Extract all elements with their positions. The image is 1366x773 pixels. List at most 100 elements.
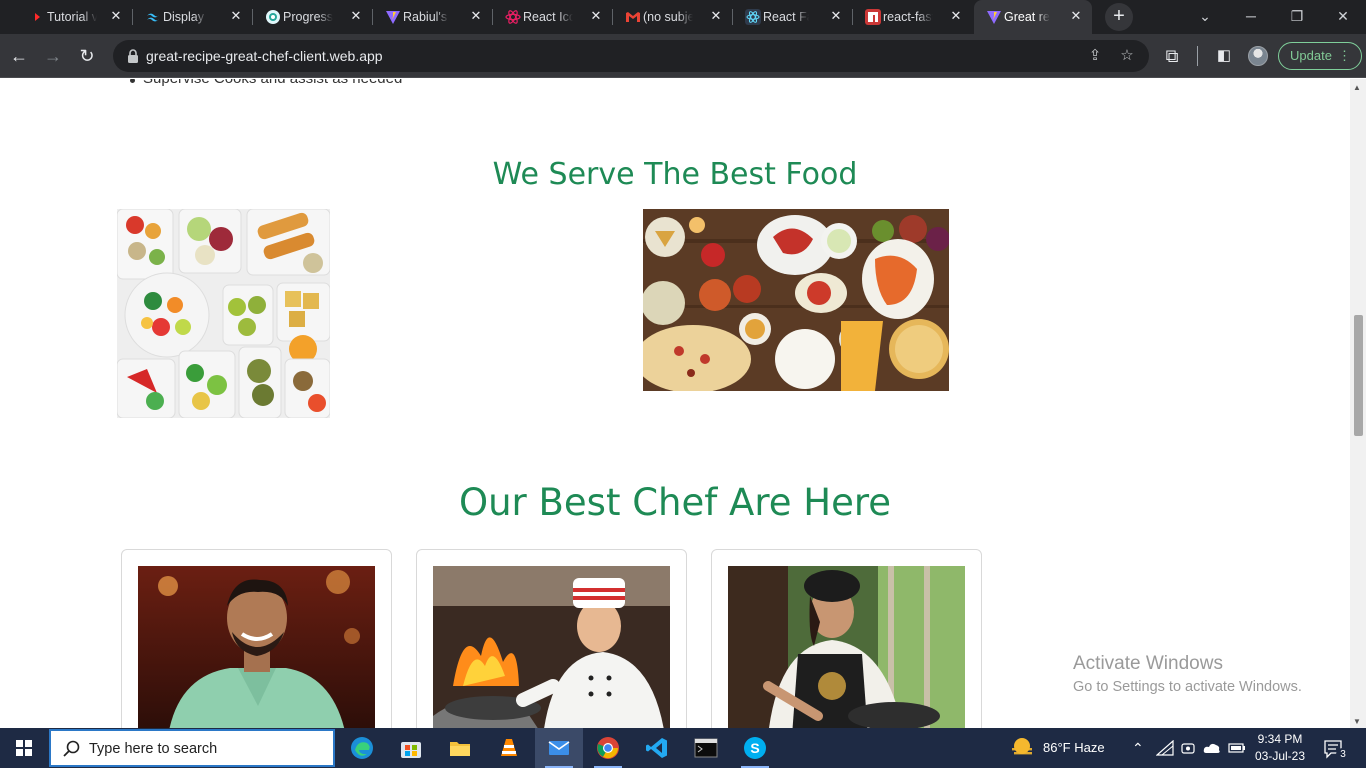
more-menu-icon[interactable]: ⋮ bbox=[1338, 43, 1351, 69]
food-image-indian-spread bbox=[643, 209, 949, 391]
list-item: Supervise Cooks and assist as needed bbox=[129, 79, 402, 87]
start-button[interactable] bbox=[0, 728, 48, 768]
weather-haze-icon[interactable] bbox=[1010, 736, 1034, 760]
system-clock[interactable]: 9:34 PM 03-Jul-23 bbox=[1250, 731, 1310, 765]
food-image-meal-prep bbox=[117, 209, 330, 418]
tab-strip: Tutorial videos ✕ Display - Tailwind CSS… bbox=[0, 0, 1366, 34]
svg-text:S: S bbox=[750, 740, 759, 756]
tab-title: React Fast Marquee bbox=[763, 10, 809, 24]
chrome-icon bbox=[597, 737, 619, 759]
weather-text[interactable]: 86°F Haze bbox=[1043, 728, 1105, 768]
taskbar-skype[interactable]: S bbox=[731, 728, 779, 768]
chef-photo bbox=[433, 566, 670, 728]
scroll-down-arrow-icon[interactable]: ▼ bbox=[1353, 717, 1361, 726]
progress-icon bbox=[266, 10, 280, 24]
battery-icon[interactable] bbox=[1228, 740, 1246, 756]
close-tab-icon[interactable]: ✕ bbox=[588, 8, 604, 24]
food-section-title: We Serve The Best Food bbox=[492, 157, 858, 192]
toolbar-divider bbox=[1197, 46, 1198, 66]
vite-icon bbox=[987, 11, 1001, 24]
new-tab-button[interactable]: + bbox=[1105, 3, 1133, 31]
taskbar-file-explorer[interactable] bbox=[436, 728, 484, 768]
close-tab-icon[interactable]: ✕ bbox=[348, 8, 364, 24]
share-icon[interactable]: ⇪ bbox=[1085, 46, 1105, 66]
page-viewport: Supervise Cooks and assist as needed We … bbox=[0, 79, 1350, 728]
tab-title: react-fast-marquee bbox=[883, 10, 933, 24]
taskbar-edge[interactable] bbox=[338, 728, 386, 768]
close-window-button[interactable]: ✕ bbox=[1320, 0, 1366, 34]
tab-display[interactable]: Display - Tailwind CSS ✕ bbox=[133, 0, 253, 34]
tab-react-fast-marquee[interactable]: React Fast Marquee ✕ bbox=[733, 0, 853, 34]
tab-npm[interactable]: react-fast-marquee ✕ bbox=[853, 0, 972, 34]
search-placeholder: Type here to search bbox=[89, 741, 218, 757]
taskbar-search-box[interactable]: Type here to search bbox=[49, 729, 335, 767]
chef-photo bbox=[138, 566, 375, 728]
close-tab-icon[interactable]: ✕ bbox=[228, 8, 244, 24]
tab-gmail[interactable]: (no subject) ✕ bbox=[613, 0, 733, 34]
forward-arrow-icon[interactable]: → bbox=[39, 42, 67, 70]
network-icon[interactable] bbox=[1156, 740, 1174, 756]
youtube-icon bbox=[35, 13, 40, 21]
tab-title: Display - Tailwind CSS bbox=[163, 10, 207, 24]
clock-time: 9:34 PM bbox=[1257, 732, 1303, 746]
edge-icon bbox=[351, 737, 373, 759]
chef-card[interactable] bbox=[416, 549, 687, 728]
chevron-up-icon[interactable]: ⌃ bbox=[1132, 728, 1144, 768]
vscode-icon bbox=[646, 738, 667, 758]
skype-icon: S bbox=[744, 737, 766, 759]
update-label: Update bbox=[1290, 48, 1332, 63]
scroll-up-arrow-icon[interactable]: ▲ bbox=[1353, 83, 1361, 92]
taskbar-mail[interactable] bbox=[535, 728, 583, 768]
taskbar-chrome[interactable] bbox=[584, 728, 632, 768]
webcam-icon[interactable] bbox=[1180, 740, 1196, 756]
close-tab-icon[interactable]: ✕ bbox=[708, 8, 724, 24]
tailwind-icon bbox=[147, 13, 159, 22]
taskbar-vlc[interactable] bbox=[485, 728, 533, 768]
bookmark-star-icon[interactable]: ☆ bbox=[1117, 46, 1137, 66]
side-panel-icon[interactable]: ◧ bbox=[1210, 42, 1238, 70]
profile-avatar[interactable] bbox=[1248, 46, 1268, 66]
notification-count-badge: 3 bbox=[1336, 748, 1350, 762]
extensions-puzzle-icon[interactable]: ⧉ bbox=[1158, 42, 1186, 70]
chef-photo bbox=[728, 566, 965, 728]
tab-progress[interactable]: Progress ✕ bbox=[253, 0, 373, 34]
terminal-icon bbox=[694, 738, 718, 758]
close-tab-icon[interactable]: ✕ bbox=[1068, 8, 1084, 24]
tab-title: Tutorial videos bbox=[47, 10, 97, 24]
close-tab-icon[interactable]: ✕ bbox=[108, 8, 124, 24]
tab-search-icon[interactable]: ⌄ bbox=[1182, 0, 1228, 34]
taskbar-vscode[interactable] bbox=[633, 728, 681, 768]
tab-great-recipe[interactable]: Great recipe ✕ bbox=[974, 0, 1092, 34]
back-arrow-icon[interactable]: ← bbox=[5, 42, 33, 70]
clock-date: 03-Jul-23 bbox=[1254, 749, 1306, 763]
restore-button[interactable]: ❐ bbox=[1274, 0, 1320, 34]
close-tab-icon[interactable]: ✕ bbox=[468, 8, 484, 24]
chef-card[interactable] bbox=[121, 549, 392, 728]
minimize-button[interactable]: ─ bbox=[1228, 0, 1274, 34]
lock-icon[interactable] bbox=[125, 48, 141, 64]
tab-tutorial[interactable]: Tutorial videos ✕ bbox=[17, 0, 133, 34]
close-tab-icon[interactable]: ✕ bbox=[948, 8, 964, 24]
close-tab-icon[interactable]: ✕ bbox=[828, 8, 844, 24]
chef-section-title: Our Best Chef Are Here bbox=[458, 481, 892, 524]
address-bar[interactable]: great-recipe-great-chef-client.web.app ⇪… bbox=[113, 40, 1149, 72]
vite-icon bbox=[386, 11, 400, 24]
taskbar-terminal[interactable] bbox=[682, 728, 730, 768]
vlc-icon bbox=[501, 739, 517, 756]
reload-icon[interactable]: ↻ bbox=[73, 42, 101, 70]
taskbar-store[interactable] bbox=[387, 728, 435, 768]
chef-card[interactable] bbox=[711, 549, 982, 728]
url-text: great-recipe-great-chef-client.web.app bbox=[146, 48, 383, 64]
update-button[interactable]: Update ⋮ bbox=[1278, 42, 1362, 70]
tab-react-icons[interactable]: React Icons ✕ bbox=[493, 0, 613, 34]
mail-icon bbox=[548, 741, 570, 755]
page-scrollbar[interactable]: ▲ ▼ bbox=[1350, 79, 1366, 728]
tab-title: (no subject) bbox=[643, 10, 693, 24]
folder-icon bbox=[450, 742, 470, 756]
activate-windows-watermark: Activate Windows Go to Settings to activ… bbox=[1073, 653, 1302, 695]
onedrive-icon[interactable] bbox=[1203, 740, 1221, 756]
tab-portfolio[interactable]: Rabiul's Portfolio ✕ bbox=[373, 0, 493, 34]
store-icon bbox=[401, 742, 421, 758]
scrollbar-thumb[interactable] bbox=[1354, 315, 1363, 436]
react-icon bbox=[745, 9, 761, 25]
